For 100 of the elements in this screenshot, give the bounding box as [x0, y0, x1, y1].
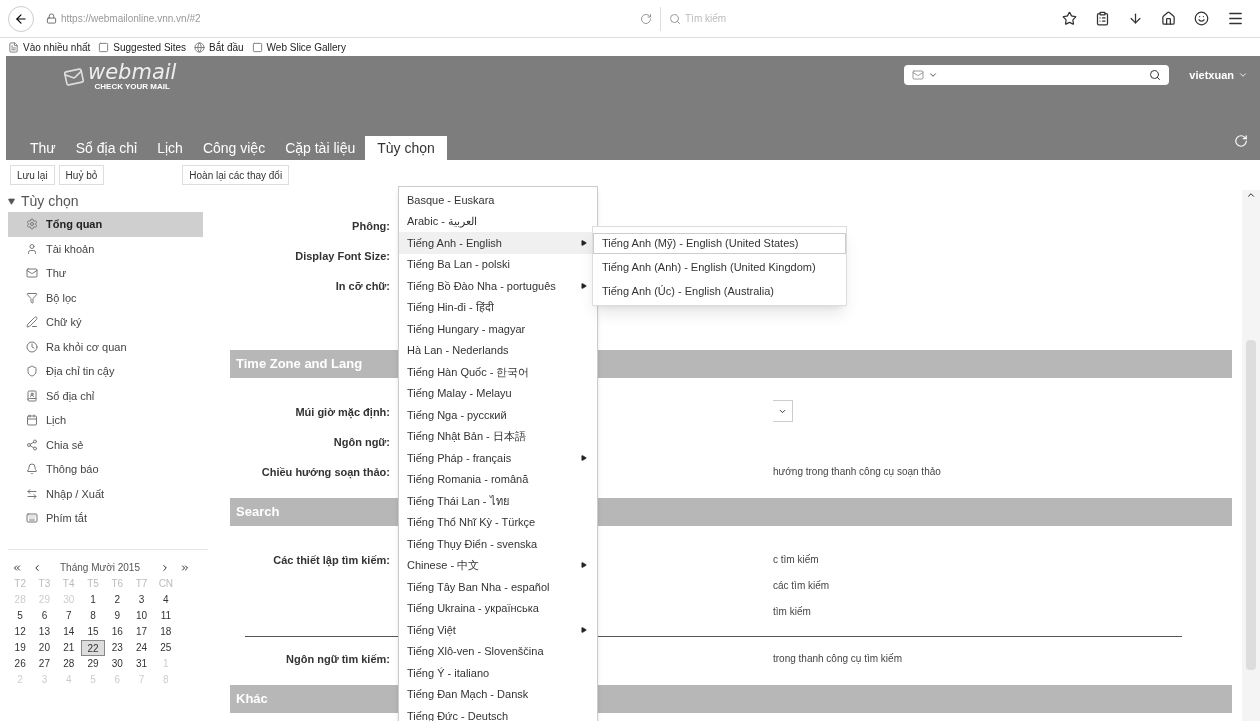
last-icon[interactable]: [179, 562, 190, 573]
nav-tab[interactable]: Thư: [20, 136, 66, 160]
calendar-day[interactable]: 24: [129, 639, 154, 656]
calendar-day[interactable]: 22: [80, 639, 106, 656]
calendar-day[interactable]: 7: [56, 607, 81, 624]
bookmark-link[interactable]: Suggested Sites: [113, 39, 187, 55]
language-option[interactable]: Tiếng Thái Lan - ไทย: [399, 490, 597, 512]
calendar-day[interactable]: 5: [8, 607, 33, 624]
calendar-day[interactable]: 18: [153, 623, 178, 640]
weekday-label: T7: [134, 576, 149, 591]
calendar-day[interactable]: 17: [129, 623, 154, 640]
calendar-day[interactable]: 25: [153, 639, 178, 656]
download-icon[interactable]: [1128, 11, 1143, 26]
calendar-day[interactable]: 27: [32, 655, 57, 672]
language-option[interactable]: Tiếng Ý - italiano: [399, 662, 597, 684]
menu-icon[interactable]: [1227, 10, 1244, 27]
sidebar-item[interactable]: Chia sẻ: [8, 432, 203, 457]
sidebar-item[interactable]: Chữ ký: [8, 310, 203, 335]
calendar-day[interactable]: 29: [80, 655, 106, 672]
clipboard-icon[interactable]: [1095, 11, 1110, 26]
field-label: Múi giờ mặc định:: [294, 405, 390, 421]
toolbar-button[interactable]: Huỷ bỏ: [58, 165, 105, 185]
language-option[interactable]: Hà Lan - Nederlands: [399, 339, 597, 361]
toolbar-button[interactable]: Lưu lại: [10, 165, 55, 185]
language-option[interactable]: Tiếng Pháp - français: [399, 447, 597, 469]
nav-tab[interactable]: Công việc: [192, 136, 276, 160]
language-option[interactable]: Tiếng Việt: [399, 619, 597, 641]
sidebar-item[interactable]: Sổ địa chỉ: [8, 383, 203, 408]
sidebar-item[interactable]: Bộ lọc: [8, 285, 203, 310]
calendar-day[interactable]: 21: [56, 639, 81, 656]
toolbar-button[interactable]: Hoàn lại các thay đổi: [182, 165, 290, 185]
bookmark-link[interactable]: Vào nhiều nhất: [23, 39, 91, 55]
sidebar-item[interactable]: Địa chỉ tin cậy: [8, 359, 203, 384]
first-icon[interactable]: [12, 562, 22, 573]
reload-icon[interactable]: [640, 12, 652, 25]
home-icon[interactable]: [1161, 11, 1176, 26]
language-option[interactable]: Tiếng Malay - Melayu: [399, 382, 597, 404]
calendar-day[interactable]: 14: [56, 623, 81, 640]
sidebar-item[interactable]: Ra khỏi cơ quan: [8, 334, 203, 359]
language-option[interactable]: Arabic - العربية: [399, 210, 597, 232]
sidebar-item[interactable]: Phím tắt: [8, 506, 203, 531]
sidebar-item[interactable]: Tài khoản: [8, 236, 203, 261]
arrows-icon: [26, 487, 38, 500]
smiley-icon[interactable]: [1194, 11, 1209, 26]
nav-tab[interactable]: Lịch: [147, 136, 193, 160]
submenu-option[interactable]: Tiếng Anh (Mỹ) - English (United States): [593, 232, 846, 254]
calendar-day[interactable]: 16: [105, 623, 130, 640]
language-option[interactable]: Tiếng Tây Ban Nha - español: [399, 576, 597, 598]
language-option[interactable]: Tiếng Romania - română: [399, 468, 597, 490]
language-option[interactable]: Tiếng Đan Mạch - Dansk: [399, 683, 597, 705]
nav-tab[interactable]: Sổ địa chỉ: [65, 136, 148, 160]
language-option[interactable]: Tiếng Hàn Quốc - 한국어: [399, 361, 597, 383]
calendar-day[interactable]: 6: [32, 607, 57, 624]
refresh-icon[interactable]: [1234, 134, 1248, 148]
language-option[interactable]: Tiếng Nhật Bản - 日本語: [399, 425, 597, 447]
nav-tab[interactable]: Tùy chọn: [365, 136, 447, 160]
calendar-day[interactable]: 13: [32, 623, 57, 640]
calendar-day[interactable]: 3: [129, 591, 154, 608]
previous-icon[interactable]: [32, 562, 42, 573]
sidebar-item[interactable]: Tổng quan: [8, 212, 203, 237]
calendar-day[interactable]: 10: [129, 607, 154, 624]
calendar-day[interactable]: 19: [8, 639, 33, 656]
nav-tab[interactable]: Cặp tài liệu: [275, 136, 366, 160]
calendar-day[interactable]: 1: [80, 591, 106, 608]
calendar-day[interactable]: 20: [32, 639, 57, 656]
calendar-day[interactable]: 26: [8, 655, 33, 672]
mail-search-field[interactable]: [904, 65, 1170, 85]
calendar-day[interactable]: 2: [105, 591, 130, 608]
user-menu[interactable]: vietxuan: [1189, 67, 1248, 84]
language-option[interactable]: Tiếng Thổ Nhĩ Kỳ - Türkçe: [399, 511, 597, 533]
sidebar-item[interactable]: Lịch: [8, 408, 203, 433]
calendar-day[interactable]: 23: [105, 639, 130, 656]
star-icon[interactable]: [1062, 11, 1077, 26]
calendar-day[interactable]: 28: [56, 655, 81, 672]
language-option[interactable]: Tiếng Nga - русский: [399, 404, 597, 426]
bookmark-link[interactable]: Web Slice Gallery: [266, 39, 346, 55]
tree-root[interactable]: Tùy chọn: [8, 190, 79, 212]
sidebar-item[interactable]: Thông báo: [8, 457, 203, 482]
language-option[interactable]: Basque - Euskara: [399, 189, 597, 211]
field-label: Chiều hướng soạn thảo:: [260, 465, 390, 481]
language-option[interactable]: Chinese - 中文: [399, 554, 597, 576]
calendar-day[interactable]: 12: [8, 623, 33, 640]
language-option[interactable]: Tiếng Hungary - magyar: [399, 318, 597, 340]
field-label: Các thiết lập tìm kiếm:: [272, 553, 390, 569]
sidebar-item[interactable]: Nhập / Xuất: [8, 481, 203, 506]
language-option[interactable]: Tiếng Ukraina - українська: [399, 597, 597, 619]
calendar-day[interactable]: 8: [80, 607, 106, 624]
search-placeholder: Tìm kiếm: [685, 12, 727, 26]
language-option[interactable]: Tiếng Đức - Deutsch: [399, 705, 597, 721]
language-option[interactable]: Tiếng Thụy Điển - svenska: [399, 533, 597, 555]
calendar-day[interactable]: 30: [105, 655, 130, 672]
bookmark-link[interactable]: Bắt đầu: [209, 39, 244, 55]
calendar-day[interactable]: 31: [129, 655, 154, 672]
calendar-day[interactable]: 11: [153, 607, 178, 624]
calendar-day[interactable]: 9: [105, 607, 130, 624]
calendar-day[interactable]: 15: [80, 623, 106, 640]
calendar-day[interactable]: 4: [153, 591, 178, 608]
language-option[interactable]: Tiếng Xlô-ven - Slovenščina: [399, 640, 597, 662]
scroll-up-icon[interactable]: [1246, 190, 1256, 200]
sidebar-item[interactable]: Thư: [8, 261, 203, 286]
